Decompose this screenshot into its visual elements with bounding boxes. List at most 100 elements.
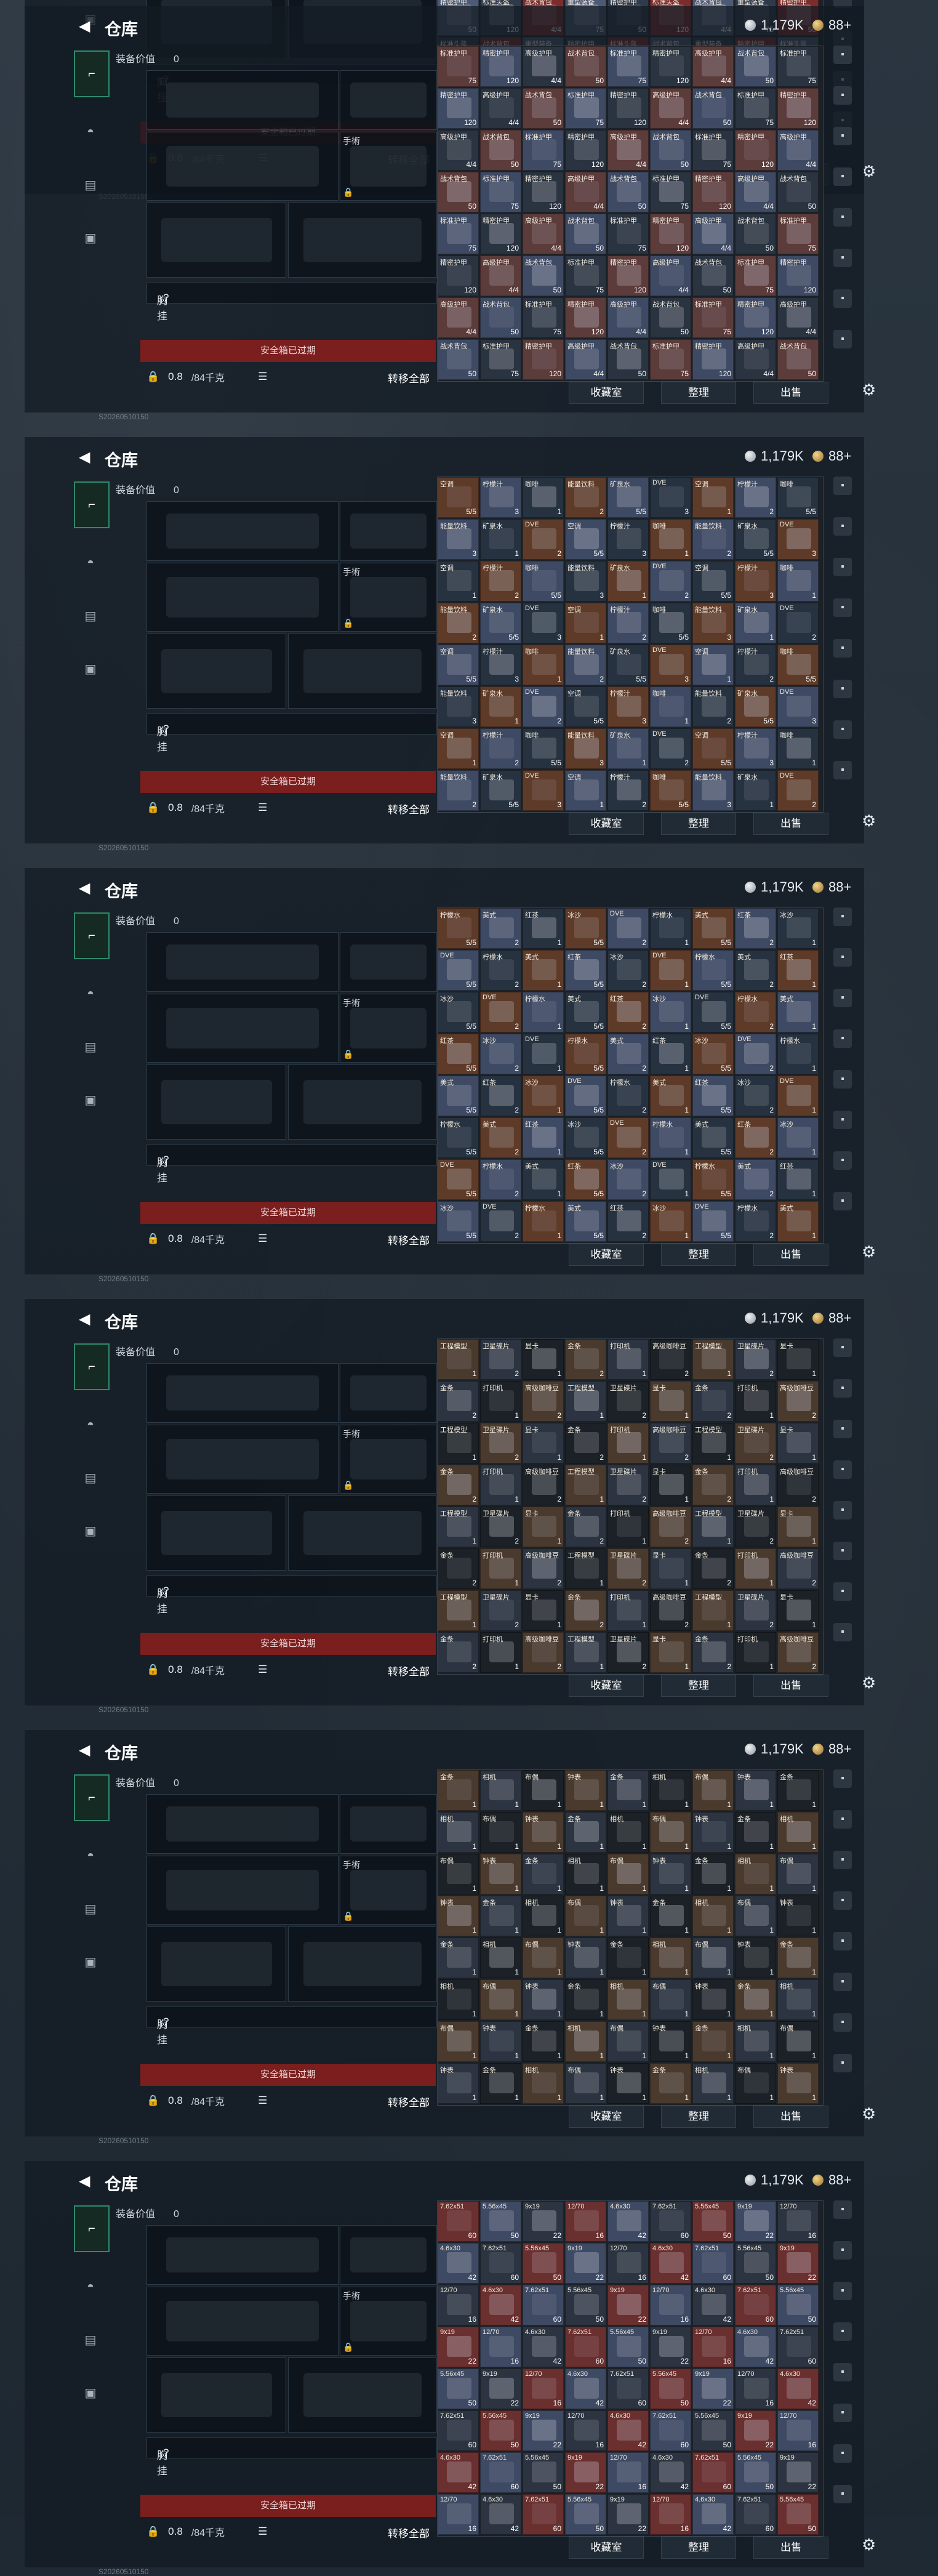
collect-button[interactable]: 收藏室 (569, 2106, 644, 2128)
grid-cell[interactable]: 打印机 1 (735, 1548, 776, 1589)
grid-cell[interactable]: 标准护甲 75 (480, 339, 521, 380)
side-tab-toolbox[interactable]: ▣ (74, 1939, 107, 1984)
grid-cell[interactable]: 标准护甲 75 (565, 88, 606, 129)
filter-camera-icon[interactable]: ▪ (833, 1338, 852, 1357)
grid-cell[interactable]: 空调 5/5 (692, 561, 734, 602)
grid-cell[interactable]: 咖啡 5/5 (523, 561, 564, 602)
grid-cell[interactable]: 9x19 22 (777, 2452, 819, 2493)
side-tab-pistol[interactable]: ⌐ (74, 2205, 110, 2252)
grid-cell[interactable]: 卫星碟片 2 (735, 1507, 776, 1547)
filter-gear-icon[interactable]: ▪ (833, 1810, 852, 1829)
grid-cell[interactable]: 矿泉水 5/5 (607, 645, 649, 685)
grid-cell[interactable]: 显卡 1 (777, 1507, 819, 1547)
grid-cell[interactable]: 卫星碟片 2 (480, 1507, 521, 1547)
grid-cell[interactable]: 12/70 16 (438, 2285, 479, 2325)
grid-cell[interactable]: 相机 1 (565, 1854, 606, 1894)
side-tab-helmet[interactable]: ◓ (74, 1403, 107, 1447)
grid-cell[interactable]: 柠檬汁 2 (735, 477, 776, 518)
grid-cell[interactable]: 标准护甲 75 (735, 256, 776, 296)
grid-cell[interactable]: 红茶 1 (650, 1034, 691, 1074)
side-tab-vest[interactable]: ▤ (74, 1024, 107, 1069)
filter-pistol-icon[interactable]: ▪ (833, 680, 852, 698)
grid-cell[interactable]: 卫星碟片 2 (480, 1339, 521, 1380)
back-arrow-icon[interactable]: ◀ (79, 879, 90, 897)
grid-cell[interactable]: 空调 1 (438, 728, 479, 769)
safe-box-expired[interactable]: 安全箱已过期 (140, 2064, 436, 2086)
grid-cell[interactable]: 相机 1 (607, 1979, 649, 2020)
filter-pistol-icon[interactable]: ▪ (833, 1111, 852, 1129)
grid-cell[interactable]: 精密护甲 120 (692, 172, 734, 212)
filter-toolbox-icon[interactable]: ▪ (833, 639, 852, 658)
grid-cell[interactable]: 布偶 1 (523, 1770, 564, 1811)
grid-cell[interactable]: 7.62x51 60 (523, 2285, 564, 2325)
grid-cell[interactable]: 布偶 1 (565, 1896, 606, 1936)
grid-cell[interactable]: DVE 5/5 (565, 1076, 606, 1116)
grid-cell[interactable]: 战术背包 50 (650, 130, 691, 171)
filter-gear-icon[interactable]: ▪ (833, 86, 852, 105)
chest-rig-slot[interactable]: 胸挂? (146, 283, 437, 322)
grid-cell[interactable]: 5.56x45 50 (650, 2369, 691, 2409)
grid-cell[interactable]: 能量饮料 3 (438, 519, 479, 560)
grid-cell[interactable]: 5.56x45 50 (523, 2452, 564, 2493)
grid-cell[interactable]: 矿泉水 1 (480, 519, 521, 560)
filter-helmet-icon[interactable]: ▪ (833, 1420, 852, 1438)
grid-cell[interactable]: 金条 2 (438, 1548, 479, 1589)
grid-cell[interactable]: DVE 3 (523, 770, 564, 811)
grid-cell[interactable]: 冰沙 2 (480, 1034, 521, 1074)
grid-cell[interactable]: 工程模型 1 (692, 1423, 734, 1463)
filter-gear-icon[interactable]: ▪ (833, 948, 852, 967)
filter-gear-icon[interactable]: ▪ (833, 1379, 852, 1398)
grid-cell[interactable]: 卫星碟片 2 (607, 1548, 649, 1589)
chest-rig-slot[interactable]: 胸挂? (146, 2006, 437, 2046)
melee-slot[interactable]: 手術 🔒 (340, 994, 437, 1063)
grid-cell[interactable]: 打印机 1 (480, 1548, 521, 1589)
grid-cell[interactable]: 咖啡 1 (650, 686, 691, 727)
grid-cell[interactable]: 卫星碟片 2 (607, 1381, 649, 1422)
pistol-slot[interactable] (340, 70, 437, 130)
grid-cell[interactable]: 能量饮料 2 (692, 519, 734, 560)
grid-cell[interactable]: 布偶 1 (523, 1938, 564, 1978)
grid-cell[interactable]: 精密护甲 120 (523, 339, 564, 380)
grid-cell[interactable]: 打印机 1 (480, 1465, 521, 1505)
grid-cell[interactable]: 柠檬水 1 (523, 992, 564, 1032)
grid-cell[interactable]: 布偶 1 (438, 1854, 479, 1894)
grid-cell[interactable]: 冰沙 1 (523, 1076, 564, 1116)
grid-cell[interactable]: 钟表 1 (607, 2063, 649, 2104)
grid-cell[interactable]: 5.56x45 50 (565, 2285, 606, 2325)
grid-cell[interactable]: DVE 5/5 (438, 950, 479, 991)
grid-cell[interactable]: 矿泉水 5/5 (735, 686, 776, 727)
sell-button[interactable]: 出售 (753, 1244, 828, 1266)
grid-cell[interactable]: 标准护甲 75 (607, 46, 649, 87)
filter-gear-icon[interactable]: ▪ (833, 1192, 852, 1210)
grid-cell[interactable]: 金条 1 (777, 1770, 819, 1811)
grid-cell[interactable]: 打印机 1 (480, 1381, 521, 1422)
grid-cell[interactable]: 高级护甲 4/4 (565, 172, 606, 212)
transfer-all-button[interactable]: 转移全部 (388, 801, 430, 816)
grid-cell[interactable]: 打印机 1 (607, 1339, 649, 1380)
sort-button[interactable]: 整理 (661, 1675, 736, 1697)
grid-cell[interactable]: 美式 5/5 (565, 1201, 606, 1242)
grid-cell[interactable]: 4.6x30 42 (692, 2285, 734, 2325)
grid-cell[interactable]: 精密护甲 120 (607, 88, 649, 129)
grid-cell[interactable]: 7.62x51 60 (480, 2452, 521, 2493)
grid-cell[interactable]: 工程模型 1 (692, 1590, 734, 1631)
grid-cell[interactable]: 美式 2 (735, 1159, 776, 1200)
grid-cell[interactable]: 美式 5/5 (692, 908, 734, 949)
grid-cell[interactable]: 战术背包 50 (777, 172, 819, 212)
grid-cell[interactable]: 7.62x51 60 (735, 2494, 776, 2535)
grid-cell[interactable]: 显卡 1 (650, 1632, 691, 1673)
grid-cell[interactable]: 钟表 1 (607, 1896, 649, 1936)
primary-weapon-slot[interactable] (146, 1363, 339, 1423)
filter-vest-icon[interactable]: ▪ (833, 598, 852, 617)
grid-cell[interactable]: 7.62x51 60 (523, 2494, 564, 2535)
grid-cell[interactable]: 美式 5/5 (692, 1117, 734, 1158)
armor-slot[interactable] (288, 1065, 437, 1140)
filter-camera-icon[interactable]: ▪ (833, 2013, 852, 2032)
side-tab-vest[interactable]: ▤ (74, 2317, 107, 2362)
side-tab-helmet[interactable]: ◓ (74, 972, 107, 1016)
side-tab-vest[interactable]: ▤ (74, 1886, 107, 1931)
collect-button[interactable]: 收藏室 (569, 1244, 644, 1266)
grid-cell[interactable]: 美式 1 (777, 992, 819, 1032)
filter-helmet-icon[interactable]: ▪ (833, 2282, 852, 2300)
filter-gear-icon[interactable]: ▪ (833, 2241, 852, 2260)
